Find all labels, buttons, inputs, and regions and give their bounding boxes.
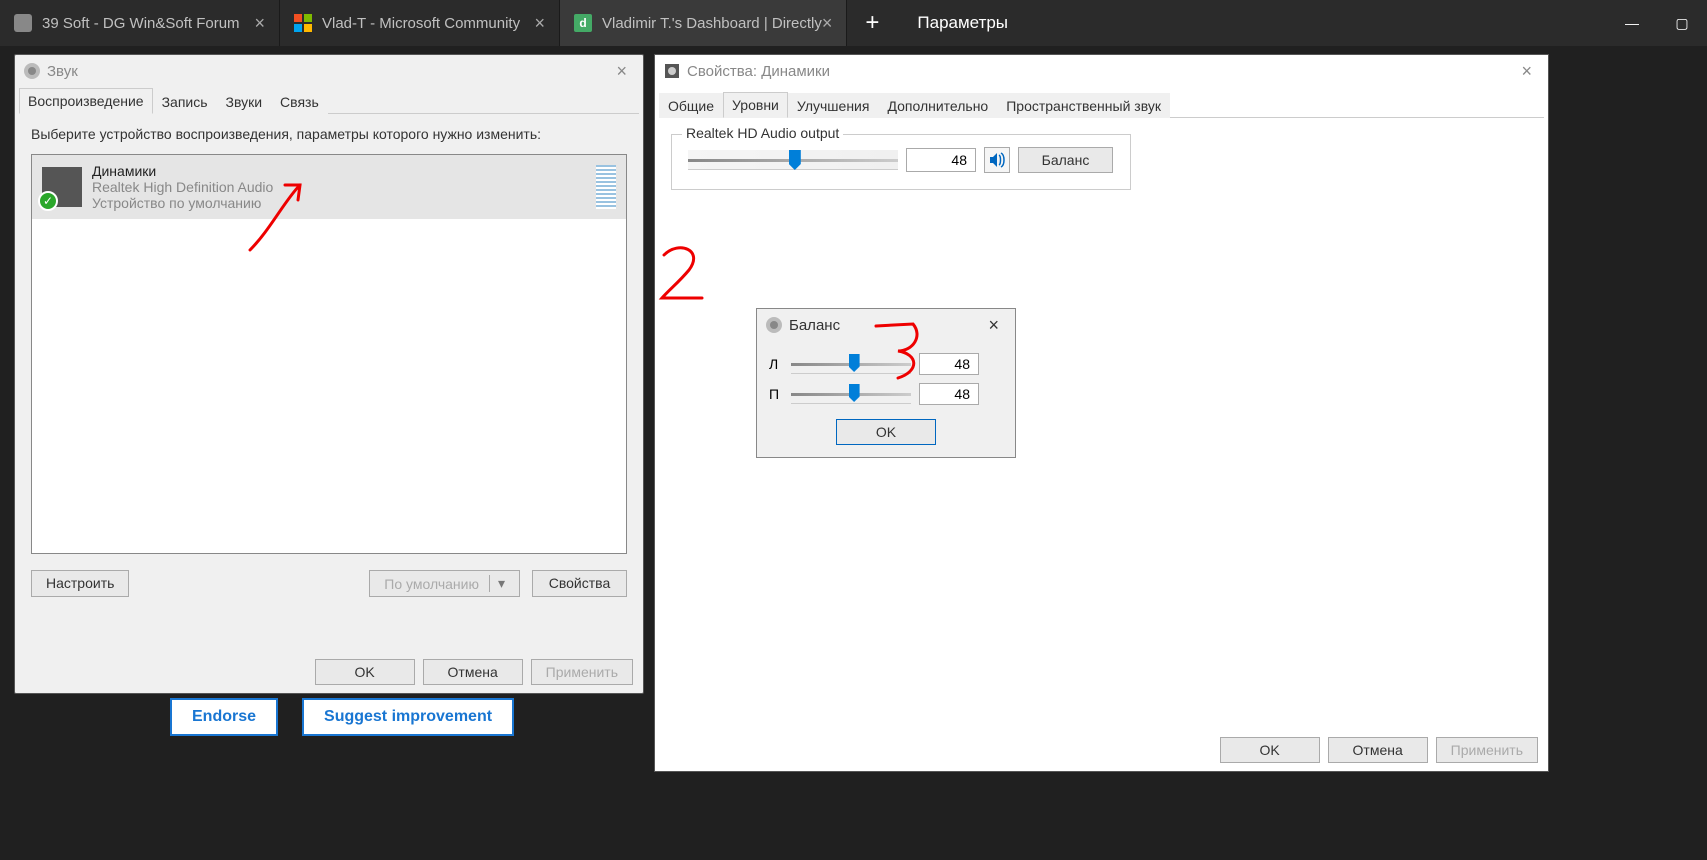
tab-body: Выберите устройство воспроизведения, пар… (15, 114, 643, 609)
tab-advanced[interactable]: Дополнительно (878, 93, 997, 118)
tab-enhancements[interactable]: Улучшения (788, 93, 879, 118)
dialog-button-row: OK Отмена Применить (315, 659, 633, 685)
favicon-icon (14, 14, 32, 32)
instruction-text: Выберите устройство воспроизведения, пар… (31, 126, 627, 142)
volume-slider[interactable] (688, 150, 898, 170)
device-button-row: Настроить По умолчанию ▾ Свойства (31, 570, 627, 597)
tab-spatial[interactable]: Пространственный звук (997, 93, 1170, 118)
volume-value-input[interactable] (906, 148, 976, 172)
right-balance-value[interactable] (919, 383, 979, 405)
title-bar[interactable]: Звук × (15, 55, 643, 87)
tab-title: Vladimir T.'s Dashboard | Directly (602, 15, 822, 32)
device-item[interactable]: ✓ Динамики Realtek High Definition Audio… (32, 155, 626, 219)
close-icon[interactable]: × (534, 13, 545, 34)
speaker-icon (765, 316, 783, 334)
set-default-label: По умолчанию (384, 576, 479, 592)
window-title: Баланс (789, 317, 840, 334)
device-driver: Realtek High Definition Audio (92, 179, 586, 195)
maximize-icon[interactable]: ▢ (1657, 0, 1707, 46)
tab-row: Воспроизведение Запись Звуки Связь (19, 87, 639, 114)
tab-title: Vlad-T - Microsoft Community (322, 15, 520, 32)
browser-tab[interactable]: 39 Soft - DG Win&Soft Forum × (0, 0, 280, 46)
favicon-icon: d (574, 14, 592, 32)
balance-button[interactable]: Баланс (1018, 147, 1113, 173)
window-title: Звук (47, 63, 78, 80)
title-bar[interactable]: Баланс × (757, 309, 1015, 341)
tab-title: 39 Soft - DG Win&Soft Forum (42, 15, 240, 32)
device-text: Динамики Realtek High Definition Audio У… (92, 163, 586, 211)
speaker-device-icon: ✓ (42, 167, 82, 207)
tab-communications[interactable]: Связь (271, 89, 328, 114)
browser-tab-bar: 39 Soft - DG Win&Soft Forum × Vlad-T - M… (0, 0, 1707, 46)
browser-tab[interactable]: Vlad-T - Microsoft Community × (280, 0, 560, 46)
balance-left-row: Л (757, 349, 1015, 379)
tab-row: Общие Уровни Улучшения Дополнительно Про… (659, 91, 1544, 118)
page-action-row: Endorse Suggest improvement (170, 698, 514, 736)
set-default-button[interactable]: По умолчанию ▾ (369, 570, 520, 597)
device-status: Устройство по умолчанию (92, 195, 586, 211)
tab-playback[interactable]: Воспроизведение (19, 88, 153, 114)
add-tab-button[interactable]: + (847, 0, 897, 46)
speaker-icon (23, 62, 41, 80)
group-legend: Realtek HD Audio output (682, 125, 843, 141)
minimize-icon[interactable]: — (1607, 0, 1657, 46)
favicon-icon (294, 14, 312, 32)
balance-dialog: Баланс × Л П OK (756, 308, 1016, 458)
tab-general[interactable]: Общие (659, 93, 723, 118)
apply-button[interactable]: Применить (531, 659, 633, 685)
window-title: Параметры (917, 13, 1008, 33)
close-icon[interactable]: × (822, 13, 833, 34)
cancel-button[interactable]: Отмена (423, 659, 523, 685)
balance-right-row: П (757, 379, 1015, 409)
configure-button[interactable]: Настроить (31, 570, 129, 597)
checkmark-icon: ✓ (38, 191, 58, 211)
tab-sounds[interactable]: Звуки (217, 89, 272, 114)
suggest-improvement-button[interactable]: Suggest improvement (302, 698, 514, 736)
cancel-button[interactable]: Отмена (1328, 737, 1428, 763)
title-bar[interactable]: Свойства: Динамики × (655, 55, 1548, 87)
left-balance-value[interactable] (919, 353, 979, 375)
ok-button[interactable]: OK (836, 419, 936, 445)
browser-tab[interactable]: d Vladimir T.'s Dashboard | Directly × (560, 0, 847, 46)
mute-button[interactable] (984, 147, 1010, 173)
volume-icon (988, 151, 1006, 169)
ok-button[interactable]: OK (1220, 737, 1320, 763)
dialog-button-row: OK Отмена Применить (1220, 737, 1538, 763)
output-level-group: Realtek HD Audio output Баланс (671, 134, 1131, 190)
close-icon[interactable]: × (1513, 61, 1540, 82)
speaker-icon (663, 62, 681, 80)
chevron-down-icon: ▾ (489, 575, 505, 592)
endorse-button[interactable]: Endorse (170, 698, 278, 736)
tab-recording[interactable]: Запись (153, 89, 217, 114)
device-name: Динамики (92, 163, 586, 179)
level-meter-icon (596, 165, 616, 209)
close-icon[interactable]: × (980, 315, 1007, 336)
window-title-area: Параметры — ▢ (897, 0, 1707, 46)
left-channel-label: Л (769, 356, 783, 372)
ok-button[interactable]: OK (315, 659, 415, 685)
close-icon[interactable]: × (608, 61, 635, 82)
right-channel-label: П (769, 386, 783, 402)
right-balance-slider[interactable] (791, 384, 911, 404)
left-balance-slider[interactable] (791, 354, 911, 374)
apply-button[interactable]: Применить (1436, 737, 1538, 763)
window-title: Свойства: Динамики (687, 63, 830, 80)
sound-window: Звук × Воспроизведение Запись Звуки Связ… (14, 54, 644, 694)
device-list[interactable]: ✓ Динамики Realtek High Definition Audio… (31, 154, 627, 554)
properties-button[interactable]: Свойства (532, 570, 627, 597)
tab-levels[interactable]: Уровни (723, 92, 788, 118)
close-icon[interactable]: × (254, 13, 265, 34)
